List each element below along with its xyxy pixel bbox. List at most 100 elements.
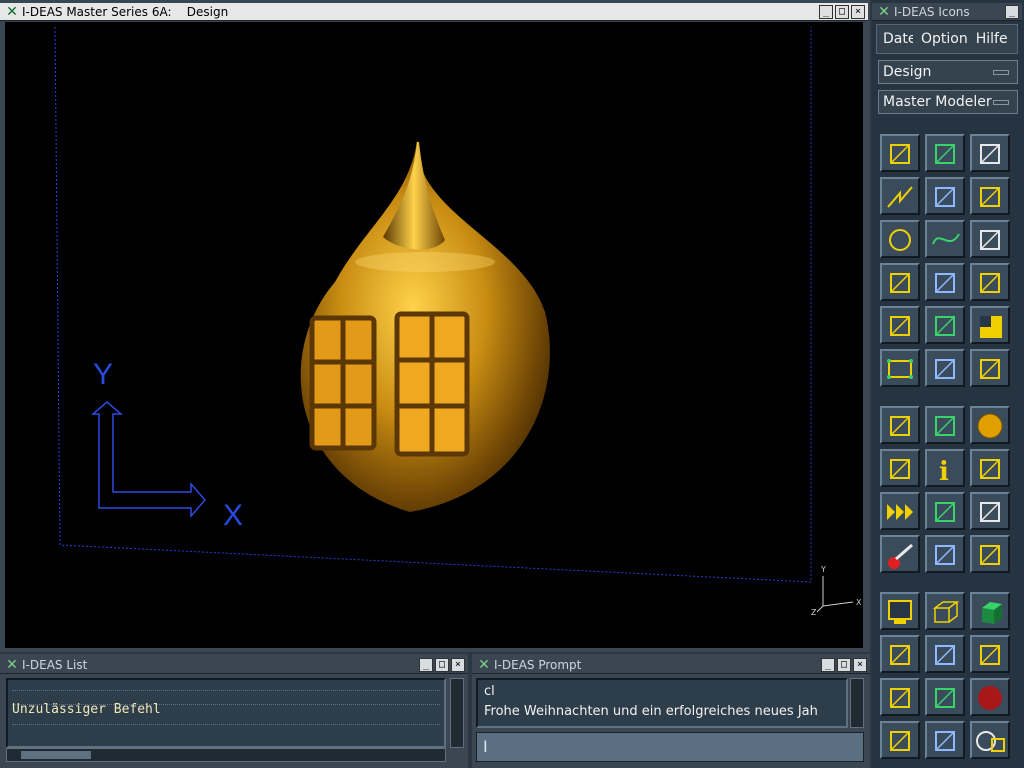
wave-curve-icon[interactable] [925,349,965,387]
measure-icon[interactable] [970,492,1010,530]
sketch-in-place-icon[interactable] [880,134,920,172]
eye-view-icon[interactable] [970,635,1010,673]
prompt-window-title: I-DEAS Prompt [494,658,582,672]
maximize-button[interactable]: □ [837,658,851,672]
mesh-sphere-icon[interactable] [970,406,1010,444]
surface-fill-icon[interactable] [925,306,965,344]
forward-arrows-icon[interactable] [880,492,920,530]
menu-datei[interactable]: Datei [883,25,913,53]
polyline-icon[interactable] [880,177,920,215]
view-triad [816,576,854,613]
graphics-canvas[interactable]: Y X Y X Z [5,22,863,648]
isometric-view-icon[interactable] [925,678,965,716]
prompt-line-1: cl [484,684,495,699]
graphics-window: ✕ I-DEAS Master Series 6A: Design _ □ × [0,0,870,652]
library-icon[interactable] [970,535,1010,573]
hand-modify-icon[interactable] [880,306,920,344]
close-button[interactable]: × [451,658,465,672]
graphics-window-titlebar[interactable]: ✕ I-DEAS Master Series 6A: Design _ □ × [0,3,868,21]
spline-icon[interactable] [925,220,965,258]
close-button[interactable]: × [851,5,865,19]
shaded-cube-icon[interactable] [970,592,1010,630]
option-menu-indicator-icon [993,100,1009,105]
icons-panel-titlebar[interactable]: ✕ I-DEAS Icons _ [872,3,1022,21]
side-view-icon[interactable] [880,721,920,759]
extrude-icon[interactable] [970,134,1010,172]
close-button[interactable]: × [853,658,867,672]
axis-label-y: Y [93,358,113,391]
command-input[interactable]: Ι [476,732,864,762]
save-disk-icon[interactable] [970,721,1010,759]
menu-hilfe[interactable]: Hilfe [976,25,1008,53]
graphics-window-title: I-DEAS Master Series 6A: Design [22,5,229,19]
minimize-button[interactable]: _ [821,658,835,672]
minimize-button[interactable]: _ [819,5,833,19]
list-output-area[interactable]: Unzulässiger Befehl [6,678,446,748]
scrollbar-thumb[interactable] [21,751,91,759]
rectangle-icon[interactable] [880,349,920,387]
task-label: Master Modeler [883,94,992,110]
workplane-axes [90,401,206,518]
corner-icon[interactable] [970,177,1010,215]
ornament-model [300,140,550,512]
prompt-line-2: Frohe Weihnachten und ein erfolgreiches … [484,704,818,719]
list-window-titlebar[interactable]: ✕ I-DEAS List _ □ × [0,656,468,674]
front-view-icon[interactable] [880,678,920,716]
fillet-curve-icon[interactable] [925,263,965,301]
task-selector[interactable]: Master Modeler [878,90,1018,114]
view-frame-icon[interactable] [880,449,920,487]
icons-panel: ✕ I-DEAS Icons _ Datei Option Hilfe Desi… [872,0,1024,768]
node-tree-icon[interactable] [880,406,920,444]
prompt-window: ✕ I-DEAS Prompt _ □ × cl Frohe Weihnacht… [472,654,870,768]
maximize-button[interactable]: □ [835,5,849,19]
list-vertical-scrollbar[interactable] [450,678,464,748]
workplane-icon[interactable] [925,134,965,172]
display-icon[interactable] [880,592,920,630]
minimize-button[interactable]: _ [419,658,433,672]
section-icon[interactable] [970,306,1010,344]
x-logo-icon: ✕ [878,4,890,20]
ruler-icon[interactable] [925,492,965,530]
spline-points-icon[interactable] [925,177,965,215]
x-logo-icon: ✕ [478,657,490,673]
icons-panel-title: I-DEAS Icons [894,5,970,19]
list-horizontal-scrollbar[interactable] [6,748,446,762]
option-menu-indicator-icon [993,70,1009,75]
prompt-vertical-scrollbar[interactable] [850,678,864,728]
offset-line-icon[interactable] [970,220,1010,258]
move-icon[interactable] [970,349,1010,387]
stop-icon[interactable] [970,678,1010,716]
circle-icon[interactable] [880,220,920,258]
list-window-title: I-DEAS List [22,658,88,672]
application-label: Design [883,64,932,80]
delete-icon[interactable] [880,535,920,573]
triad-label-y: Y [820,565,826,574]
bounding-box-icon[interactable] [925,406,965,444]
svg-text:i: i [939,457,949,485]
menu-option[interactable]: Option [921,25,968,53]
zoom-box-icon[interactable] [880,635,920,673]
dimension-icon[interactable] [880,263,920,301]
info-icon[interactable]: i [925,449,965,487]
model-viewport: Y X Y X Z [54,26,862,617]
axis-label-x: X [223,499,243,532]
fit-view-icon[interactable] [925,635,965,673]
application-selector[interactable]: Design [878,60,1018,84]
text-cursor-icon: Ι [483,737,488,756]
menu-bar: Datei Option Hilfe [876,24,1018,54]
list-message: Unzulässiger Befehl [12,702,161,717]
surface-patch-icon[interactable] [970,263,1010,301]
list-window: ✕ I-DEAS List _ □ × Unzulässiger Befehl [0,654,468,768]
x-logo-icon: ✕ [6,4,18,20]
paint-brush-icon[interactable] [970,449,1010,487]
triad-label-z: Z [811,608,817,617]
maximize-button[interactable]: □ [435,658,449,672]
top-view-icon[interactable] [925,721,965,759]
store-icon[interactable] [925,535,965,573]
prompt-history-area[interactable]: cl Frohe Weihnachten und ein erfolgreich… [476,678,848,728]
wireframe-cube-icon[interactable] [925,592,965,630]
minimize-button[interactable]: _ [1005,5,1019,19]
prompt-window-titlebar[interactable]: ✕ I-DEAS Prompt _ □ × [472,656,870,674]
x-logo-icon: ✕ [6,657,18,673]
triad-label-x: X [856,598,862,607]
